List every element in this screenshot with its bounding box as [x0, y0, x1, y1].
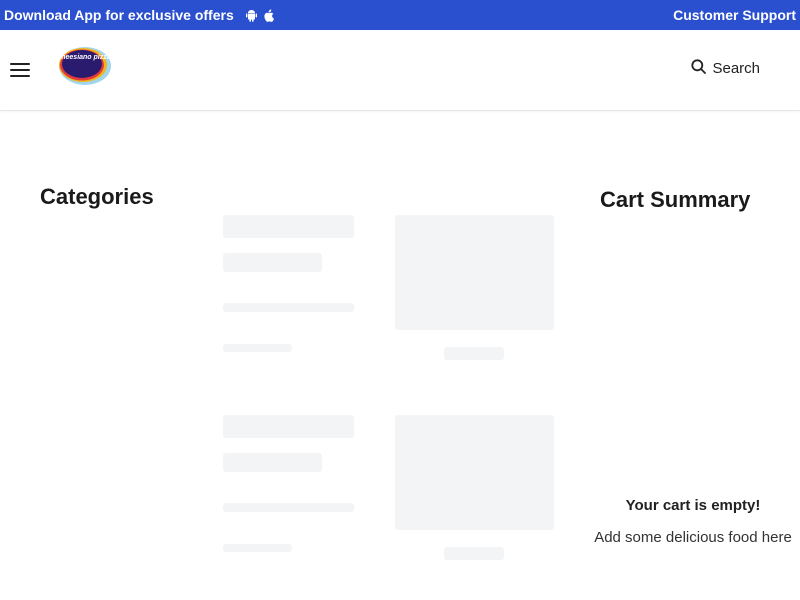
- skeleton-add-button: [444, 547, 504, 560]
- skeleton-add-button: [444, 347, 504, 360]
- skeleton-price-line: [223, 344, 292, 352]
- skeleton-image: [395, 215, 554, 330]
- skeleton-title-line: [223, 215, 354, 238]
- app-store-icons: [245, 8, 274, 22]
- promo-left: Download App for exclusive offers: [4, 7, 274, 23]
- cart-summary-title: Cart Summary: [600, 187, 751, 212]
- cart-empty-subtitle: Add some delicious food here: [594, 529, 792, 546]
- skeleton-desc-line: [223, 303, 354, 312]
- categories-title: Categories: [40, 184, 154, 209]
- download-app-text[interactable]: Download App for exclusive offers: [4, 7, 234, 23]
- site-header: cheesiano pizza Search: [0, 30, 800, 111]
- skeleton-price-line: [223, 544, 292, 552]
- skeleton-subtitle-line: [223, 453, 322, 472]
- search-icon: [691, 59, 707, 78]
- search-button[interactable]: Search: [691, 59, 760, 78]
- cart-empty-title: Your cart is empty!: [625, 497, 761, 514]
- skeleton-subtitle-line: [223, 253, 322, 272]
- site-logo[interactable]: cheesiano pizza: [56, 44, 112, 88]
- customer-support-link[interactable]: Customer Support: [673, 7, 796, 23]
- promo-bar: Download App for exclusive offers Custom…: [0, 0, 800, 30]
- hamburger-menu-icon[interactable]: [10, 61, 30, 79]
- skeleton-title-line: [223, 415, 354, 438]
- search-label: Search: [712, 60, 760, 77]
- android-icon[interactable]: [245, 9, 257, 22]
- skeleton-image: [395, 415, 554, 530]
- apple-icon[interactable]: [263, 8, 274, 22]
- skeleton-desc-line: [223, 503, 354, 512]
